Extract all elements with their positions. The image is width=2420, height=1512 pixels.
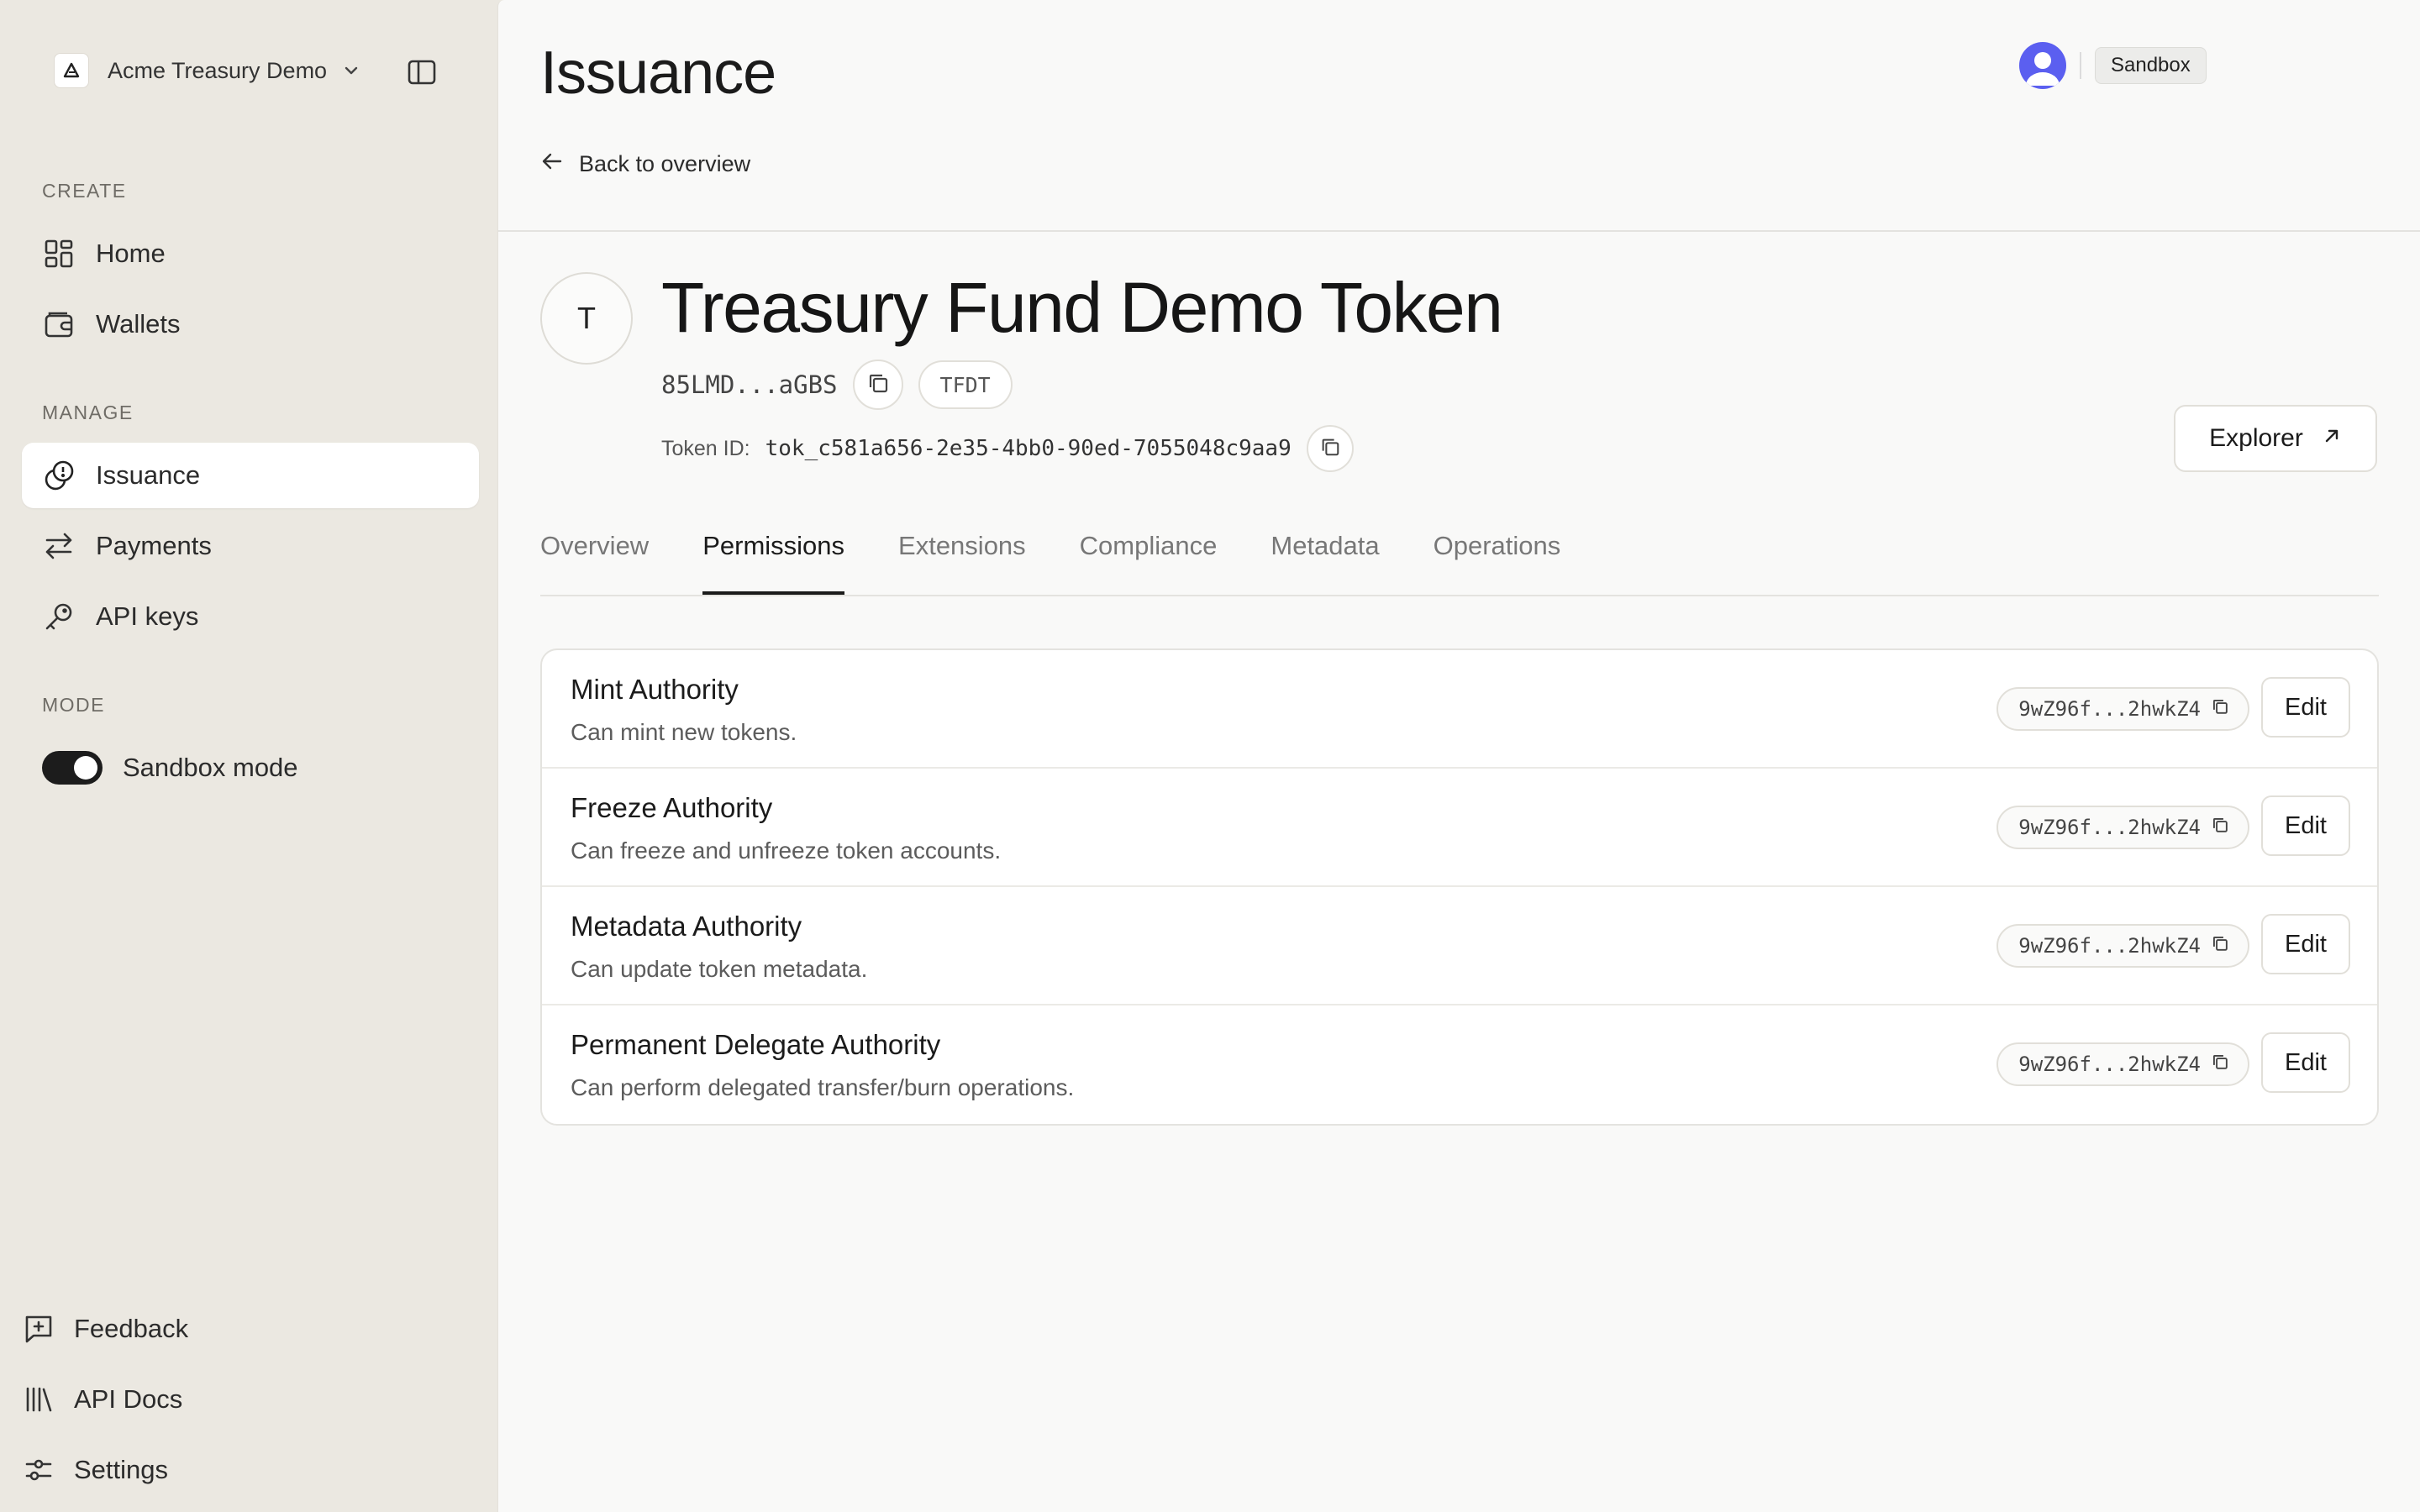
edit-button[interactable]: Edit — [2261, 795, 2350, 856]
sidebar-item-issuance[interactable]: Issuance — [22, 443, 479, 508]
copy-icon — [1319, 436, 1341, 462]
sidebar-item-label: API Docs — [74, 1384, 183, 1414]
copy-icon — [2211, 697, 2229, 721]
permission-title: Mint Authority — [571, 674, 739, 705]
workspace-switcher[interactable]: Acme Treasury Demo — [54, 52, 360, 89]
back-to-overview-link[interactable]: Back to overview — [540, 150, 750, 179]
divider — [2080, 52, 2081, 79]
workspace-logo-icon — [54, 53, 89, 88]
authority-address: 9wZ96f...2hwkZ4 — [2018, 934, 2201, 958]
library-icon — [22, 1383, 55, 1416]
sidebar-item-feedback[interactable]: Feedback — [22, 1302, 188, 1356]
sidebar-item-label: Payments — [96, 531, 212, 560]
sliders-icon — [22, 1453, 55, 1487]
edit-button[interactable]: Edit — [2261, 677, 2350, 738]
section-label-mode: MODE — [42, 694, 105, 716]
copy-icon — [2211, 1053, 2229, 1076]
authority-address-chip[interactable]: 9wZ96f...2hwkZ4 — [1996, 806, 2249, 849]
copy-icon — [2211, 816, 2229, 839]
sidebar-item-wallets[interactable]: Wallets — [22, 291, 479, 357]
permission-description: Can mint new tokens. — [571, 719, 797, 745]
sidebar-item-api-keys[interactable]: API keys — [22, 584, 479, 649]
authority-address: 9wZ96f...2hwkZ4 — [2018, 697, 2201, 721]
token-address-row: 85LMD...aGBS TFDT — [661, 360, 1013, 410]
feedback-icon — [22, 1312, 55, 1346]
sidebar-item-label: Home — [96, 239, 166, 268]
copy-token-id-button[interactable] — [1306, 425, 1354, 472]
workspace-name: Acme Treasury Demo — [108, 57, 328, 83]
token-tabs: Overview Permissions Extensions Complian… — [540, 516, 2379, 596]
permission-row-freeze: Freeze Authority Can freeze and unfreeze… — [542, 769, 2377, 887]
token-symbol-badge: TFDT — [918, 360, 1013, 409]
wallet-icon — [42, 307, 76, 341]
explorer-button-label: Explorer — [2209, 424, 2303, 452]
authority-address: 9wZ96f...2hwkZ4 — [2018, 1053, 2201, 1076]
sidebar-toggle-icon[interactable] — [405, 55, 439, 89]
authority-address: 9wZ96f...2hwkZ4 — [2018, 816, 2201, 839]
permission-description: Can freeze and unfreeze token accounts. — [571, 837, 1002, 864]
copy-address-button[interactable] — [852, 360, 903, 410]
tab-extensions[interactable]: Extensions — [898, 516, 1026, 593]
section-label-manage: MANAGE — [42, 402, 134, 423]
sidebar-item-settings[interactable]: Settings — [22, 1443, 168, 1497]
sandbox-mode-toggle[interactable] — [42, 751, 103, 785]
authority-address-chip[interactable]: 9wZ96f...2hwkZ4 — [1996, 1042, 2249, 1086]
grid-icon — [42, 237, 76, 270]
sidebar-item-payments[interactable]: Payments — [22, 513, 479, 579]
permission-row-mint: Mint Authority Can mint new tokens. 9wZ9… — [542, 650, 2377, 769]
permission-title: Permanent Delegate Authority — [571, 1029, 941, 1060]
authority-address-chip[interactable]: 9wZ96f...2hwkZ4 — [1996, 924, 2249, 968]
arrows-exchange-icon — [42, 529, 76, 563]
sidebar-item-home[interactable]: Home — [22, 221, 479, 286]
edit-button[interactable]: Edit — [2261, 1032, 2350, 1093]
arrow-up-right-icon — [2322, 424, 2342, 453]
tab-compliance[interactable]: Compliance — [1080, 516, 1218, 593]
sidebar: Acme Treasury Demo CREATE Home Wallets M… — [0, 0, 497, 1512]
header-divider — [498, 230, 2420, 232]
section-label-create: CREATE — [42, 180, 127, 202]
permissions-list: Mint Authority Can mint new tokens. 9wZ9… — [540, 648, 2379, 1126]
copy-icon — [866, 371, 890, 399]
app-window: Acme Treasury Demo CREATE Home Wallets M… — [0, 0, 2420, 1512]
sidebar-item-label: Issuance — [96, 460, 201, 490]
page-title: Issuance — [540, 39, 776, 107]
permission-row-metadata: Metadata Authority Can update token meta… — [542, 887, 2377, 1005]
permission-title: Freeze Authority — [571, 792, 773, 823]
sidebar-item-label: Wallets — [96, 309, 181, 339]
token-avatar: T — [540, 272, 633, 365]
tab-operations[interactable]: Operations — [1434, 516, 1561, 593]
token-id-label: Token ID: — [661, 436, 750, 460]
sandbox-mode-row: Sandbox mode — [42, 748, 298, 788]
copy-icon — [2211, 934, 2229, 958]
tab-overview[interactable]: Overview — [540, 516, 649, 593]
token-name: Treasury Fund Demo Token — [661, 268, 1503, 347]
tab-metadata[interactable]: Metadata — [1270, 516, 1379, 593]
token-address: 85LMD...aGBS — [661, 370, 838, 399]
permission-description: Can perform delegated transfer/burn oper… — [571, 1074, 1075, 1100]
sidebar-item-label: Feedback — [74, 1314, 189, 1343]
chevron-down-icon — [342, 61, 360, 80]
avatar[interactable] — [2019, 42, 2066, 89]
sidebar-item-api-docs[interactable]: API Docs — [22, 1373, 182, 1426]
sidebar-item-label: Settings — [74, 1455, 169, 1484]
authority-address-chip[interactable]: 9wZ96f...2hwkZ4 — [1996, 687, 2249, 731]
back-link-label: Back to overview — [579, 151, 751, 176]
token-id-row: Token ID: tok_c581a656-2e35-4bb0-90ed-70… — [661, 425, 1354, 472]
main-content: Issuance Back to overview Sandbox T Trea… — [497, 0, 2420, 1512]
tab-permissions[interactable]: Permissions — [702, 516, 844, 595]
permission-row-permanent-delegate: Permanent Delegate Authority Can perform… — [542, 1005, 2377, 1124]
token-id-value: tok_c581a656-2e35-4bb0-90ed-7055048c9aa9 — [765, 436, 1292, 461]
environment-badge: Sandbox — [2095, 47, 2207, 84]
explorer-button[interactable]: Explorer — [2174, 405, 2377, 472]
permission-description: Can update token metadata. — [571, 956, 868, 982]
sidebar-item-label: API keys — [96, 601, 199, 631]
edit-button[interactable]: Edit — [2261, 914, 2350, 974]
key-icon — [42, 600, 76, 633]
coins-icon — [42, 459, 76, 492]
permission-title: Metadata Authority — [571, 911, 802, 942]
arrow-left-icon — [540, 150, 564, 179]
sandbox-mode-label: Sandbox mode — [123, 753, 298, 782]
